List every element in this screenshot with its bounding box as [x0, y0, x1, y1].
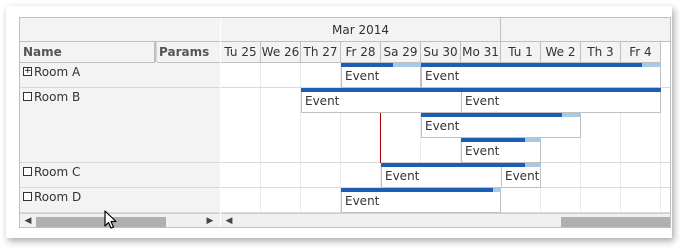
- column-header-name-label: Name: [23, 45, 62, 59]
- event-progress-remaining: [493, 188, 501, 192]
- row-header-corner: [20, 18, 220, 42]
- day-header: Th 3: [581, 42, 621, 63]
- event-label: Event: [345, 194, 380, 208]
- mouse-cursor-icon: [104, 210, 117, 229]
- expand-icon[interactable]: [23, 92, 32, 101]
- event-progress-bar: [501, 163, 525, 167]
- day-header: Mo 31: [461, 42, 501, 63]
- scheduler-grid: Name Params + Room A Room B Room C Room …: [19, 17, 671, 228]
- expand-icon[interactable]: [23, 167, 32, 176]
- expand-icon[interactable]: [23, 192, 32, 201]
- day-header: Th 27: [301, 42, 341, 63]
- event-label: Event: [345, 69, 380, 83]
- event-progress-bar: [461, 138, 525, 142]
- month-header-next: [501, 18, 670, 42]
- event-box[interactable]: Event: [501, 163, 541, 188]
- event-box[interactable]: Event: [341, 188, 501, 213]
- column-header-params-label: Params: [159, 45, 210, 59]
- row-label: Room A: [34, 65, 81, 79]
- row-header-room-b[interactable]: Room B: [20, 88, 220, 163]
- scroll-left-icon[interactable]: ◀: [224, 216, 234, 226]
- column-header-params[interactable]: Params: [157, 42, 220, 63]
- event-label: Event: [425, 69, 460, 83]
- row-header-room-d[interactable]: Room D: [20, 188, 220, 213]
- scrollbar-thumb[interactable]: [36, 217, 166, 227]
- row-header-panel: Name Params + Room A Room B Room C Room …: [20, 18, 220, 227]
- event-progress-bar: [341, 63, 393, 67]
- row-header-room-c[interactable]: Room C: [20, 163, 220, 188]
- event-box[interactable]: Event: [421, 113, 581, 138]
- grid-column-line: [260, 63, 261, 213]
- grid-column-line: [300, 63, 301, 213]
- column-header-name[interactable]: Name: [20, 42, 158, 63]
- scrollbar-thumb[interactable]: [561, 217, 670, 227]
- event-progress-bar: [421, 63, 642, 67]
- month-header: Mar 2014: [221, 18, 501, 42]
- scroll-right-icon[interactable]: ▶: [205, 216, 215, 226]
- expand-icon[interactable]: +: [23, 67, 32, 76]
- day-header: We 2: [541, 42, 581, 63]
- event-label: Event: [305, 94, 340, 108]
- event-label: Event: [425, 119, 460, 133]
- row-label: Room C: [34, 165, 81, 179]
- event-progress-remaining: [393, 63, 421, 67]
- row-header-scrollbar[interactable]: ◀ ▶: [20, 213, 220, 227]
- event-progress-remaining: [562, 113, 581, 117]
- event-label: Event: [505, 169, 540, 183]
- current-time-line: [380, 113, 381, 163]
- day-header: Fr 4: [621, 42, 661, 63]
- day-header: Su 30: [421, 42, 461, 63]
- event-progress-bar: [421, 113, 562, 117]
- timeline-scrollbar[interactable]: ◀: [221, 213, 670, 227]
- event-progress-bar: [461, 88, 661, 92]
- scroll-left-icon[interactable]: ◀: [23, 216, 33, 226]
- event-progress-remaining: [642, 63, 661, 67]
- row-header-room-a[interactable]: + Room A: [20, 63, 220, 88]
- event-box[interactable]: Event: [341, 63, 421, 88]
- event-box[interactable]: Event: [461, 88, 661, 113]
- event-label: Event: [465, 94, 500, 108]
- month-label: Mar 2014: [332, 23, 389, 37]
- event-label: Event: [385, 169, 420, 183]
- row-label: Room D: [34, 190, 82, 204]
- day-header: Tu 25: [221, 42, 261, 63]
- event-box[interactable]: Event: [421, 63, 661, 88]
- timeline-panel: Mar 2014 Tu 25 We 26 Th 27 Fr 28 Sa 29 Su 30 M…: [221, 18, 670, 227]
- day-header: Sa 29: [381, 42, 421, 63]
- day-header: Tu 1: [501, 42, 541, 63]
- scheduler-frame: Name Params + Room A Room B Room C Room …: [6, 6, 672, 238]
- event-box[interactable]: Event: [461, 138, 541, 163]
- day-header: Fr 28: [341, 42, 381, 63]
- event-progress-remaining: [525, 138, 541, 142]
- event-progress-remaining: [525, 163, 541, 167]
- day-header: We 26: [261, 42, 301, 63]
- row-label: Room B: [34, 90, 81, 104]
- event-label: Event: [465, 144, 500, 158]
- event-progress-bar: [341, 188, 493, 192]
